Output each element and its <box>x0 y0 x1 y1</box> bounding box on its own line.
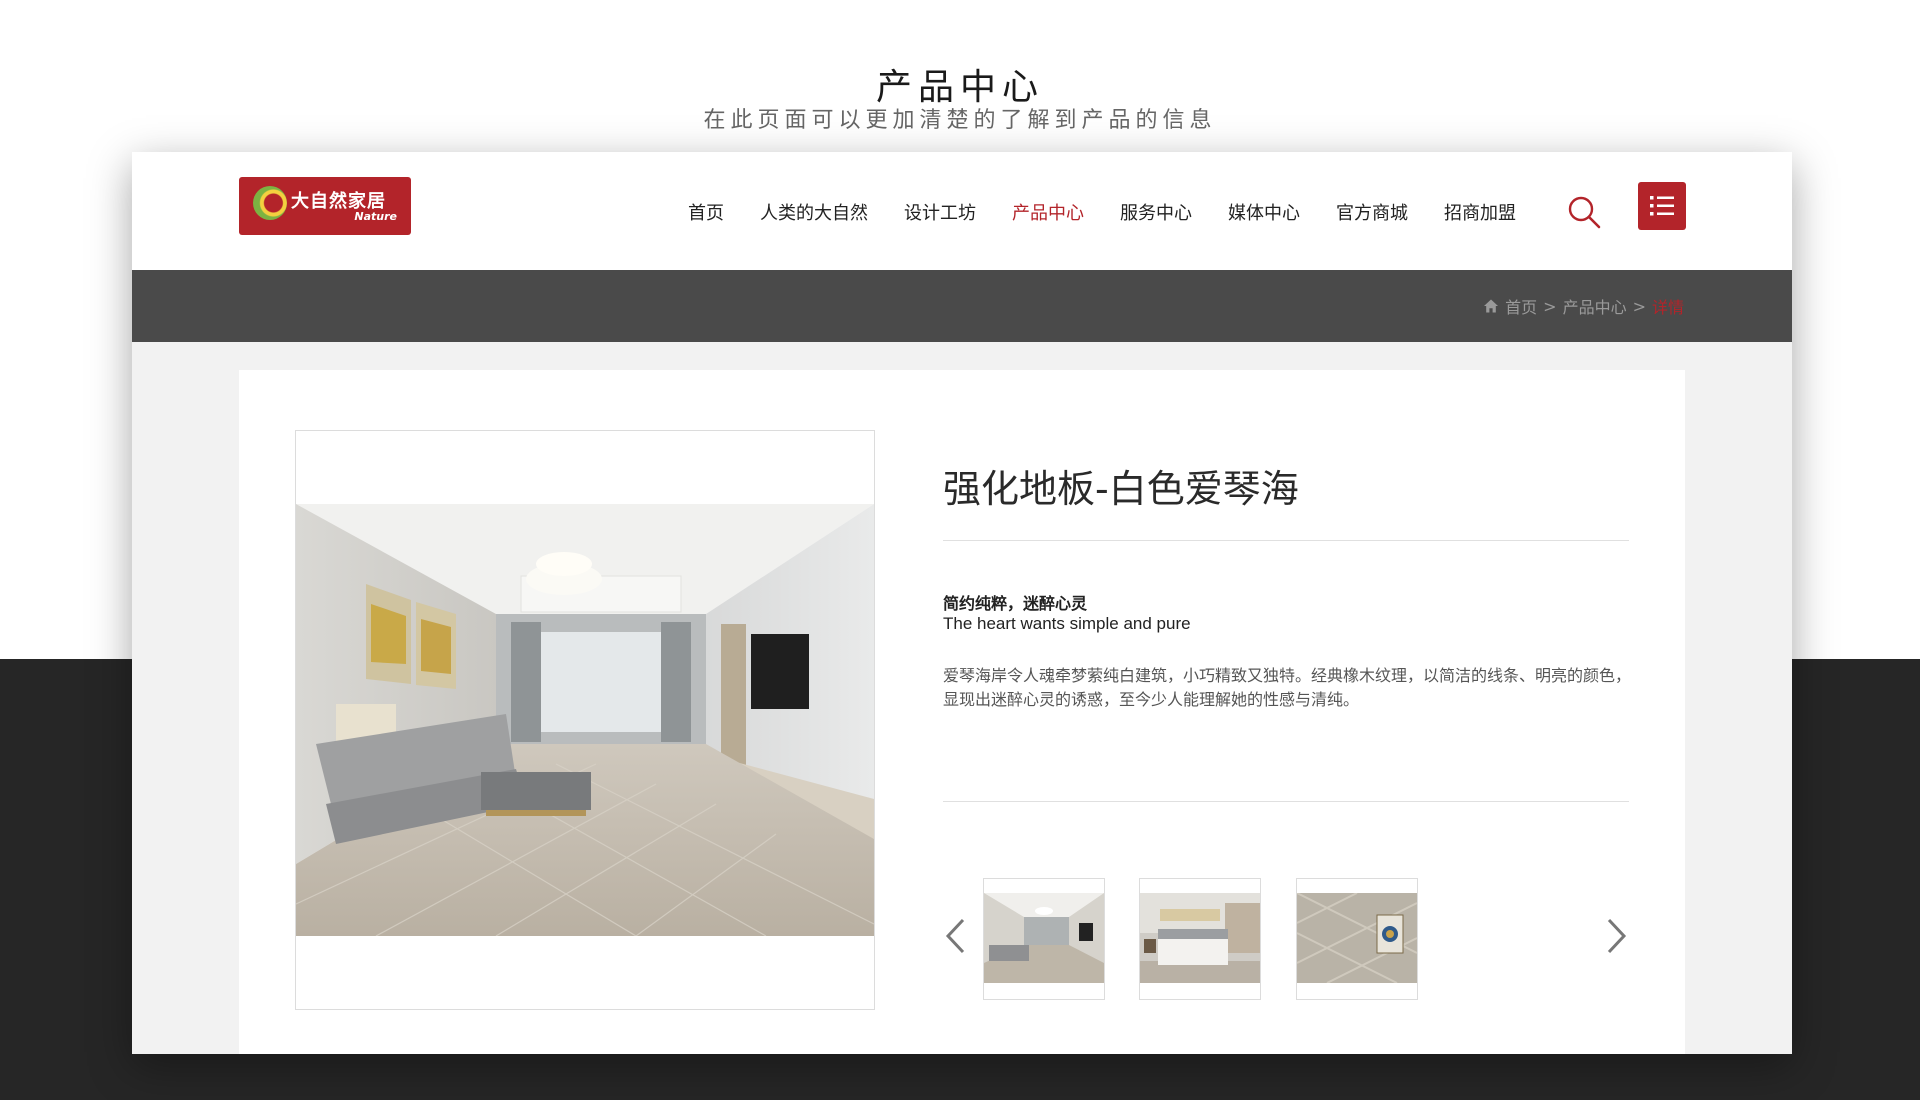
product-title: 强化地板-白色爱琴海 <box>943 467 1299 511</box>
breadcrumb-bar: 首页 > 产品中心 > 详情 <box>132 270 1792 342</box>
breadcrumb-separator: > <box>1543 296 1557 316</box>
breadcrumb-current: 详情 <box>1651 298 1684 317</box>
breadcrumb-products[interactable]: 产品中心 <box>1563 294 1627 318</box>
living-room-photo <box>296 504 874 936</box>
chevron-left-icon[interactable] <box>943 916 967 956</box>
product-tagline-en: The heart wants simple and pure <box>943 614 1191 633</box>
website-preview: 大自然家居 Nature 首页 人类的大自然 设计工坊 产品中心 服务中心 媒体… <box>132 152 1792 1054</box>
nav-item-products[interactable]: 产品中心 <box>1012 199 1084 225</box>
product-description: 爱琴海岸令人魂牵梦萦纯白建筑，小巧精致又独特。经典橡木纹理，以简洁的线条、明亮的… <box>943 666 1632 709</box>
breadcrumb: 首页 > 产品中心 > 详情 <box>1483 294 1684 318</box>
home-icon[interactable] <box>1483 298 1499 314</box>
main-navigation: 首页 人类的大自然 设计工坊 产品中心 服务中心 媒体中心 官方商城 招商加盟 <box>688 196 1516 228</box>
site-header: 大自然家居 Nature 首页 人类的大自然 设计工坊 产品中心 服务中心 媒体… <box>132 152 1792 270</box>
product-detail-card: 强化地板-白色爱琴海 简约纯粹，迷醉心灵 The heart wants sim… <box>239 370 1685 1054</box>
nav-item-service[interactable]: 服务中心 <box>1120 199 1192 225</box>
floor-closeup-photo <box>1297 893 1417 983</box>
search-icon[interactable] <box>1566 194 1602 230</box>
nav-item-franchise[interactable]: 招商加盟 <box>1444 199 1516 225</box>
logo-emblem-icon <box>253 186 287 220</box>
nav-item-design[interactable]: 设计工坊 <box>904 199 976 225</box>
bedroom-photo <box>1140 893 1260 983</box>
chevron-right-icon[interactable] <box>1605 916 1629 956</box>
divider <box>943 801 1629 802</box>
thumbnail-floor-closeup[interactable] <box>1296 878 1418 1000</box>
menu-button[interactable] <box>1638 182 1686 230</box>
thumbnail-bedroom[interactable] <box>1139 878 1261 1000</box>
brand-logo[interactable]: 大自然家居 Nature <box>239 177 411 235</box>
breadcrumb-separator: > <box>1632 296 1646 316</box>
divider <box>943 540 1629 541</box>
main-image-frame <box>295 430 875 1010</box>
living-room-photo <box>984 893 1104 983</box>
breadcrumb-home[interactable]: 首页 <box>1505 294 1537 318</box>
nav-item-store[interactable]: 官方商城 <box>1336 199 1408 225</box>
product-tagline-cn: 简约纯粹，迷醉心灵 <box>943 594 1088 613</box>
thumbnail-living-room[interactable] <box>983 878 1105 1000</box>
nav-item-home[interactable]: 首页 <box>688 199 724 225</box>
nav-item-media[interactable]: 媒体中心 <box>1228 199 1300 225</box>
page-subtitle: 在此页面可以更加清楚的了解到产品的信息 <box>703 108 1217 133</box>
logo-subtext: Nature <box>354 210 397 223</box>
list-menu-icon <box>1650 196 1674 216</box>
nav-item-nature[interactable]: 人类的大自然 <box>760 199 868 225</box>
